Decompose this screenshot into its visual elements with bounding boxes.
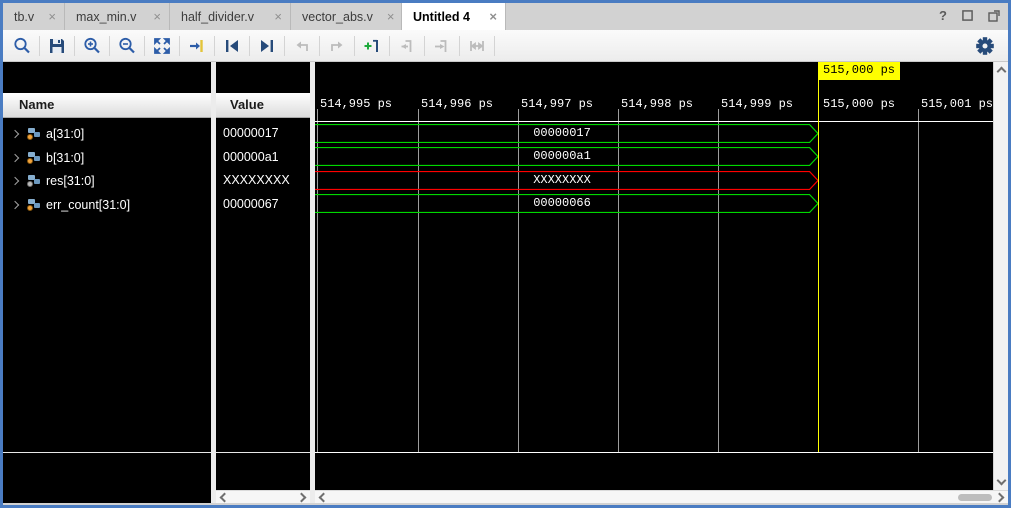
ruler-tick-label: 514,996 ps: [421, 97, 493, 111]
float-window-icon[interactable]: [988, 10, 1000, 22]
add-marker-icon[interactable]: [359, 33, 385, 59]
ruler-tick-label: 514,998 ps: [621, 97, 693, 111]
maximize-icon[interactable]: [962, 10, 973, 21]
signal-name: err_count[31:0]: [46, 198, 130, 212]
ruler-tick-label: 514,995 ps: [320, 97, 392, 111]
gridline: [918, 109, 919, 452]
scroll-right-icon[interactable]: [995, 493, 1005, 503]
find-icon[interactable]: [9, 33, 35, 59]
wave-bus-res[interactable]: XXXXXXXX: [315, 171, 819, 190]
signal-value: 00000067: [223, 193, 279, 216]
zoom-fit-icon[interactable]: [149, 33, 175, 59]
signal-value-panel: Value 00000017 000000a1 XXXXXXXX 0000006…: [216, 62, 310, 490]
wave-bus-b[interactable]: 000000a1: [315, 147, 819, 166]
signal-row-err-count[interactable]: err_count[31:0]: [3, 193, 211, 216]
signal-name-panel: Name a[31:0] b[31:0] res[31:0] err_count: [3, 62, 211, 503]
tab-close-icon[interactable]: ×: [274, 9, 282, 24]
signal-row-res[interactable]: res[31:0]: [3, 169, 211, 192]
tab-untitled-4[interactable]: Untitled 4 ×: [402, 3, 506, 30]
wave-window-body: Name a[31:0] b[31:0] res[31:0] err_count: [3, 62, 1008, 503]
tab-tb-v[interactable]: tb.v ×: [3, 3, 65, 30]
panel-bottom-line: [216, 452, 310, 453]
expand-icon[interactable]: [11, 200, 19, 208]
bus-signal-icon: [26, 199, 40, 211]
goto-cursor-right-icon: [429, 33, 455, 59]
tab-close-icon[interactable]: ×: [48, 9, 56, 24]
swap-cursors-icon: [464, 33, 490, 59]
scroll-down-icon[interactable]: [997, 476, 1007, 486]
bus-signal-icon: [26, 128, 40, 140]
zoom-in-icon[interactable]: [79, 33, 105, 59]
scroll-left-icon[interactable]: [220, 493, 230, 503]
signal-name: res[31:0]: [46, 174, 95, 188]
wave-toolbar: [3, 30, 1008, 62]
scroll-right-icon[interactable]: [297, 493, 307, 503]
window-controls: ?: [939, 8, 1000, 23]
next-transition-icon[interactable]: [254, 33, 280, 59]
previous-marker-icon: [289, 33, 315, 59]
expand-icon[interactable]: [11, 153, 19, 161]
wave-bus-err-count[interactable]: 00000066: [315, 194, 819, 213]
bus-value-label: 00000066: [315, 194, 809, 213]
signal-name: b[31:0]: [46, 151, 84, 165]
signal-value: XXXXXXXX: [223, 169, 290, 192]
bus-value-label: 00000017: [315, 124, 809, 143]
previous-transition-icon[interactable]: [219, 33, 245, 59]
signal-row-a[interactable]: a[31:0]: [3, 122, 211, 145]
value-header-label: Value: [216, 97, 264, 112]
tab-label: half_divider.v: [181, 10, 254, 24]
value-horizontal-scrollbar[interactable]: [216, 490, 310, 503]
bus-signal-icon: [26, 152, 40, 164]
wave-horizontal-scrollbar[interactable]: [315, 490, 1008, 503]
tab-vector-abs-v[interactable]: vector_abs.v ×: [291, 3, 402, 30]
goto-cursor-left-icon: [394, 33, 420, 59]
value-column-header[interactable]: Value: [216, 93, 310, 118]
name-column-header[interactable]: Name: [3, 93, 211, 118]
ruler-tick-label: 514,999 ps: [721, 97, 793, 111]
tab-max-min-v[interactable]: max_min.v ×: [65, 3, 170, 30]
scroll-up-icon[interactable]: [997, 67, 1007, 77]
save-waveform-icon[interactable]: [44, 33, 70, 59]
expand-icon[interactable]: [11, 129, 19, 137]
ruler-baseline: [315, 121, 993, 122]
help-icon[interactable]: ?: [939, 8, 947, 23]
signal-value: 000000a1: [223, 146, 279, 169]
cursor-time-badge[interactable]: 515,000 ps: [818, 62, 900, 80]
tab-close-icon[interactable]: ×: [153, 9, 161, 24]
bus-signal-icon: [26, 175, 40, 187]
signal-name: a[31:0]: [46, 127, 84, 141]
time-cursor[interactable]: [818, 64, 819, 452]
next-marker-icon: [324, 33, 350, 59]
tab-close-icon[interactable]: ×: [387, 9, 395, 24]
bus-value-label: 000000a1: [315, 147, 809, 166]
tab-label: Untitled 4: [413, 10, 470, 24]
ruler-tick-label: 514,997 ps: [521, 97, 593, 111]
wave-bottom-line: [315, 452, 993, 453]
name-header-label: Name: [3, 97, 54, 112]
settings-gear-icon[interactable]: [974, 35, 996, 57]
signal-row-b[interactable]: b[31:0]: [3, 146, 211, 169]
wave-bus-a[interactable]: 00000017: [315, 124, 819, 143]
tab-label: vector_abs.v: [302, 10, 373, 24]
zoom-to-cursor-icon[interactable]: [184, 33, 210, 59]
ruler-tick-label: 515,000 ps: [823, 97, 895, 111]
tab-label: tb.v: [14, 10, 34, 24]
waveform-window: tb.v × max_min.v × half_divider.v × vect…: [0, 0, 1011, 508]
bus-value-label: XXXXXXXX: [315, 171, 809, 190]
waveform-panel[interactable]: 515,000 ps 514,995 ps 514,996 ps 514,997…: [315, 62, 993, 490]
vertical-scrollbar[interactable]: [993, 62, 1008, 490]
tab-close-icon[interactable]: ×: [489, 9, 497, 24]
scroll-left-icon[interactable]: [319, 493, 329, 503]
scrollbar-thumb[interactable]: [958, 494, 992, 501]
tab-bar: tb.v × max_min.v × half_divider.v × vect…: [3, 3, 1008, 30]
ruler-tick-label: 515,001 ps: [921, 97, 993, 111]
zoom-out-icon[interactable]: [114, 33, 140, 59]
signal-value: 00000017: [223, 122, 279, 145]
panel-bottom-line: [3, 452, 211, 453]
tab-label: max_min.v: [76, 10, 136, 24]
expand-icon[interactable]: [11, 176, 19, 184]
tab-half-divider-v[interactable]: half_divider.v ×: [170, 3, 291, 30]
